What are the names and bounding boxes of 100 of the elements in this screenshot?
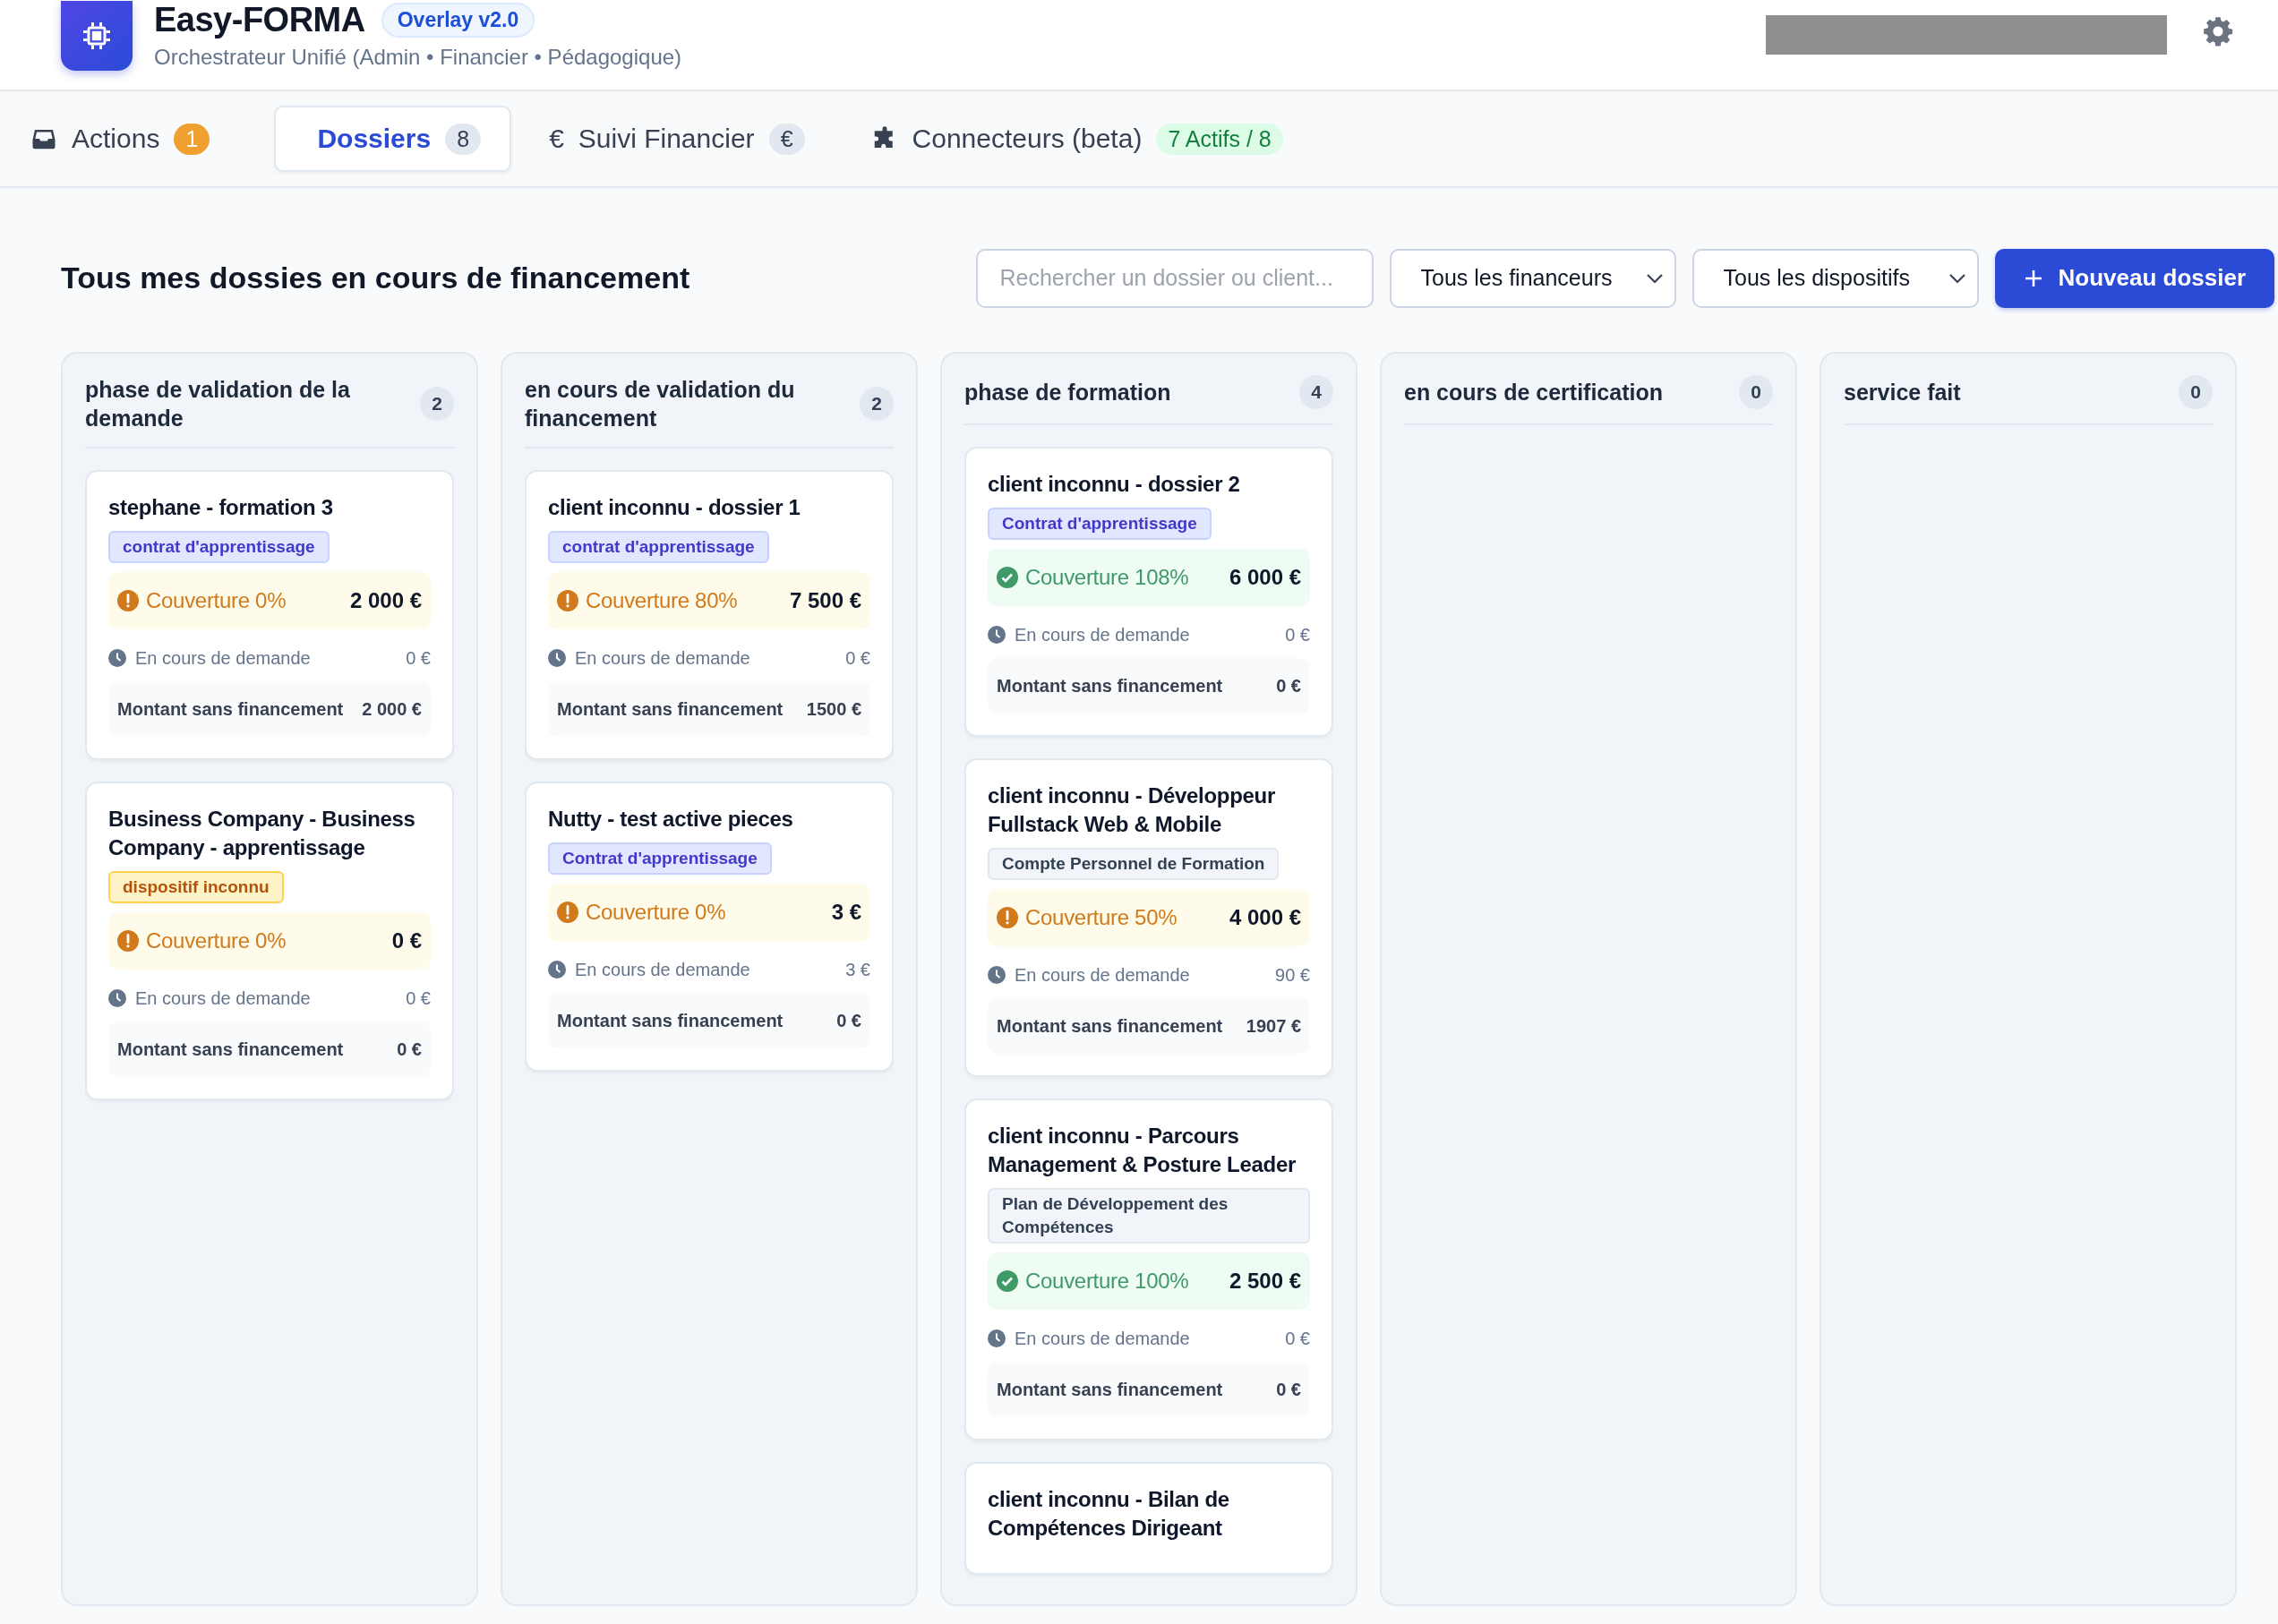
pending-label: En cours de demande [1015, 1328, 1190, 1349]
search-field[interactable]: Rechercher un dossier ou client... [976, 248, 1375, 308]
clock-icon [988, 1329, 1006, 1347]
funding-tag: contrat d'apprentissage [548, 531, 769, 563]
coverage-amount: 7 500 € [789, 588, 861, 613]
pending-amount: 0 € [1285, 1328, 1310, 1349]
warning-icon [997, 907, 1018, 928]
clock-icon [108, 649, 126, 667]
coverage-label: Couverture 80% [586, 588, 738, 613]
dossier-title: Nutty - test active pieces [548, 806, 794, 833]
funding-tag: contrat d'apprentissage [108, 531, 330, 563]
coverage-amount: 2 000 € [349, 588, 422, 613]
count-badge: 7 Actifs / 8 [1156, 123, 1283, 155]
count-badge: 0 [2179, 375, 2213, 409]
check-circle-icon [997, 1270, 1018, 1292]
coverage-amount: 6 000 € [1229, 565, 1301, 590]
check-circle-icon [997, 567, 1018, 588]
pending-label: En cours de demande [135, 647, 311, 669]
unfunded-label: Montant sans financement [997, 1379, 1223, 1400]
filter-dropdown[interactable]: Tous les financeurs [1390, 248, 1677, 308]
clock-icon [988, 626, 1006, 644]
clock-icon [988, 966, 1006, 984]
tab[interactable]: € Suivi Financier € [547, 106, 834, 172]
count-badge: 4 [1299, 375, 1333, 409]
column-title: service fait [1844, 379, 1961, 406]
tab[interactable]: Connecteurs (beta) 7 Actifs / 8 [869, 106, 1312, 172]
unfunded-label: Montant sans financement [997, 675, 1223, 697]
pending-label: En cours de demande [135, 987, 311, 1009]
dossier-title: client inconnu - Bilan de Compétences Dirigeant [988, 1486, 1230, 1542]
plus-icon [2024, 268, 2044, 288]
clock-icon [548, 961, 566, 979]
unfunded-amount: 0 € [397, 1039, 422, 1060]
count-badge: 8 [445, 123, 482, 155]
pending-amount: 0 € [845, 647, 870, 669]
dossier-card[interactable]: client inconnu - dossier 1 contrat d'apprentissage Couverture 80% 7 500 € En cours de demande 0 € Montant sans financement 1500 € [525, 470, 894, 760]
dossier-card[interactable]: stephane - formation 3 contrat d'apprentissage Couverture 0% 2 000 € En cours de demande 0 € Montant sans financement 2 000 € [85, 470, 454, 760]
count-badge: 2 [860, 387, 894, 421]
count-badge: 1 [174, 123, 210, 155]
coverage-label: Couverture 50% [1025, 905, 1178, 930]
pending-amount: 3 € [845, 959, 870, 980]
coverage-amount: 0 € [391, 928, 422, 953]
dossier-title: client inconnu - dossier 2 [988, 471, 1241, 498]
pending-label: En cours de demande [1015, 964, 1190, 986]
unfunded-label: Montant sans financement [117, 1039, 344, 1060]
dossier-card[interactable]: client inconnu - Bilan de Compétences Dirigeant [964, 1462, 1333, 1575]
tab[interactable]: Actions 1 [29, 106, 239, 172]
dossier-card[interactable]: Nutty - test active pieces Contrat d'apprentissage Couverture 0% 3 € En cours de demande 3 € Montant sans financement 0 € [525, 782, 894, 1072]
dossier-title: stephane - formation 3 [108, 494, 334, 521]
filter-dropdown[interactable]: Tous les dispositifs [1692, 248, 1980, 308]
unfunded-amount: 1500 € [806, 698, 861, 720]
unfunded-amount: 0 € [1276, 1379, 1301, 1400]
new-dossier-button[interactable]: Nouveau dossier [1995, 248, 2274, 308]
dossier-card[interactable]: client inconnu - Parcours Management & Posture Leader Plan de Développement des Compétences Couverture 100% 2 500 € En cours de demande 0 € Montant sans financement 0 € [964, 1098, 1333, 1440]
funding-tag: Contrat d'apprentissage [988, 508, 1212, 540]
chip-icon [81, 20, 113, 52]
coverage-amount: 2 500 € [1229, 1269, 1301, 1294]
count-badge: 2 [420, 387, 454, 421]
coverage-label: Couverture 0% [586, 900, 726, 925]
dossier-title: client inconnu - Développeur Fullstack Web & Mobile [988, 782, 1276, 838]
unfunded-label: Montant sans financement [117, 698, 344, 720]
pending-amount: 0 € [406, 987, 431, 1009]
column-title: en cours de validation du financement [525, 376, 796, 432]
tab[interactable]: Dossiers 8 [274, 106, 512, 172]
page-title: Tous mes dossies en cours de financement [61, 261, 691, 295]
chevron-down-icon [1646, 272, 1665, 284]
pending-label: En cours de demande [575, 959, 750, 980]
pending-amount: 90 € [1275, 964, 1310, 986]
dossier-card[interactable]: client inconnu - dossier 2 Contrat d'apprentissage Couverture 108% 6 000 € En cours de demande 0 € Montant sans financement 0 € [964, 447, 1333, 737]
app-subtitle: Orchestrateur Unifié (Admin • Financier • Pédagogique) [154, 44, 682, 70]
clock-icon [108, 989, 126, 1007]
unfunded-label: Montant sans financement [557, 1010, 784, 1031]
coverage-amount: 4 000 € [1229, 905, 1301, 930]
coverage-amount: 3 € [831, 900, 861, 925]
app-title: Easy-FORMA [154, 0, 365, 39]
chevron-down-icon [1948, 272, 1967, 284]
coverage-label: Couverture 0% [146, 928, 287, 953]
warning-icon [557, 902, 578, 923]
clock-icon [548, 649, 566, 667]
pending-label: En cours de demande [575, 647, 750, 669]
dossier-title: client inconnu - dossier 1 [548, 494, 801, 521]
pending-amount: 0 € [406, 647, 431, 669]
version-badge: Overlay v2.0 [381, 2, 535, 38]
column-title: phase de validation de la demande [85, 376, 351, 432]
pending-label: En cours de demande [1015, 624, 1190, 645]
euro-icon: € [549, 124, 564, 154]
coverage-label: Couverture 0% [146, 588, 287, 613]
warning-icon [557, 590, 578, 611]
funding-tag: Contrat d'apprentissage [548, 842, 772, 875]
warning-icon [117, 590, 139, 611]
unfunded-amount: 0 € [1276, 675, 1301, 697]
dossier-card[interactable]: client inconnu - Développeur Fullstack Web & Mobile Compte Personnel de Formation Couverture 50% 4 000 € En cours de demande 90 € Montant sans financement 1907 € [964, 758, 1333, 1077]
funding-tag: dispositif inconnu [108, 871, 284, 903]
dossier-title: Business Company - Business Company - apprentissage [108, 806, 416, 861]
funding-tag: Plan de Développement des Compétences [988, 1188, 1310, 1244]
column-title: en cours de certification [1404, 379, 1663, 406]
settings-icon[interactable] [2201, 14, 2235, 48]
pending-amount: 0 € [1285, 624, 1310, 645]
dossier-card[interactable]: Business Company - Business Company - apprentissage dispositif inconnu Couverture 0% 0 € En cours de demande 0 € Montant sans financement 0 € [85, 782, 454, 1100]
coverage-label: Couverture 100% [1025, 1269, 1189, 1294]
dossier-title: client inconnu - Parcours Management & Posture Leader [988, 1123, 1297, 1178]
